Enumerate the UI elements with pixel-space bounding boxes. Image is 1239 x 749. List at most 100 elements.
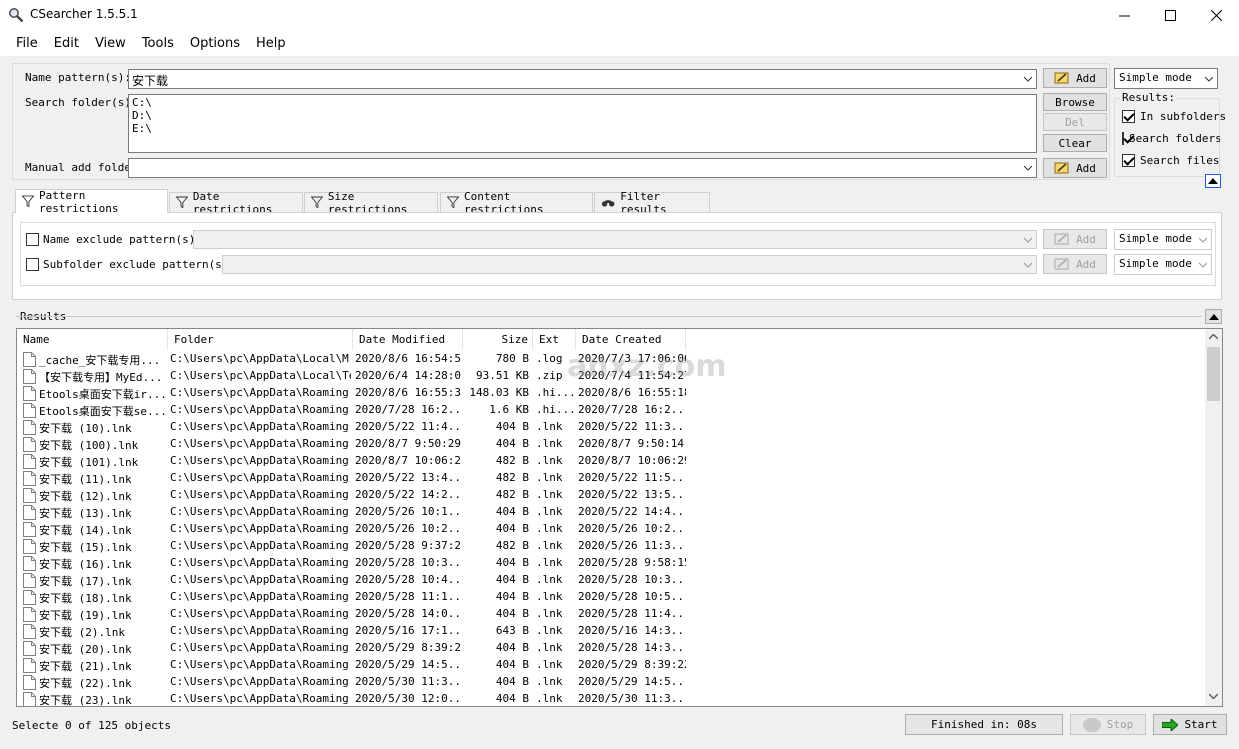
table-row[interactable]: 安下载 (18).lnk C:\Users\pc\AppData\Roaming.… — [17, 589, 1207, 606]
table-row[interactable]: 安下载 (19).lnk C:\Users\pc\AppData\Roaming.… — [17, 606, 1207, 623]
cell-ext: .lnk — [536, 607, 563, 620]
table-row[interactable]: 安下载 (15).lnk C:\Users\pc\AppData\Roaming.… — [17, 538, 1207, 555]
name-exclude-input[interactable] — [193, 230, 1037, 249]
cell-name: _cache_安下载专用... — [39, 354, 161, 367]
table-row[interactable]: 安下载 (22).lnk C:\Users\pc\AppData\Roaming.… — [17, 674, 1207, 691]
menu-edit[interactable]: Edit — [46, 36, 87, 51]
checkbox-checked — [1122, 154, 1135, 167]
cell-folder: C:\Users\pc\AppData\Roaming... — [170, 624, 351, 637]
scrollbar-thumb[interactable] — [1207, 347, 1220, 401]
name-exclude-checkbox[interactable]: Name exclude pattern(s): — [26, 233, 202, 246]
add-pencil-icon — [1054, 72, 1069, 84]
cell-ext: .hi... — [536, 403, 574, 416]
subfolder-exclude-mode-select[interactable]: Simple mode — [1114, 254, 1212, 275]
column-header-date-created[interactable]: Date Created — [576, 329, 686, 350]
add-folder-icon — [1054, 162, 1069, 174]
search-folders-label: Search folders — [1129, 132, 1220, 145]
table-row[interactable]: 安下载 (101).lnk C:\Users\pc\AppData\Roaming… — [17, 453, 1207, 470]
folder-entry[interactable]: C:\ — [132, 96, 1033, 109]
column-header-folder[interactable]: Folder — [168, 329, 353, 350]
name-exclude-mode-select[interactable]: Simple mode — [1114, 229, 1212, 250]
manual-add-button[interactable]: Add — [1043, 158, 1107, 178]
file-icon — [23, 454, 36, 469]
minimize-button[interactable] — [1101, 0, 1147, 31]
folder-entry[interactable]: D:\ — [132, 109, 1033, 122]
table-row[interactable]: 安下载 (21).lnk C:\Users\pc\AppData\Roaming.… — [17, 657, 1207, 674]
scroll-up-icon[interactable] — [1209, 334, 1218, 340]
browse-button[interactable]: Browse — [1043, 93, 1107, 111]
table-row[interactable]: 安下载 (17).lnk C:\Users\pc\AppData\Roaming.… — [17, 572, 1207, 589]
menu-file[interactable]: File — [8, 36, 46, 51]
search-folder-list[interactable]: C:\ D:\ E:\ — [128, 94, 1037, 153]
start-button[interactable]: Start — [1153, 714, 1227, 735]
menu-tools[interactable]: Tools — [134, 36, 182, 51]
cell-size: 482 B — [495, 454, 529, 467]
name-pattern-input[interactable]: 安下载 — [128, 69, 1037, 89]
del-button[interactable]: Del — [1043, 113, 1107, 131]
binoculars-icon — [601, 199, 615, 207]
subfolder-exclude-input[interactable] — [222, 255, 1037, 274]
search-folders-checkbox[interactable]: Search folders — [1122, 132, 1220, 145]
tab-size-restrictions[interactable]: Size restrictions — [304, 190, 438, 216]
mode-select[interactable]: Simple mode — [1114, 68, 1218, 89]
results-table[interactable]: Name Folder Date Modified Size Ext Date … — [16, 328, 1223, 707]
tab-content-restrictions[interactable]: Content restrictions — [440, 190, 593, 216]
table-row[interactable]: 安下载 (13).lnk C:\Users\pc\AppData\Roaming.… — [17, 504, 1207, 521]
table-row[interactable]: 安下载 (100).lnk C:\Users\pc\AppData\Roaming… — [17, 436, 1207, 453]
manual-add-folder-input[interactable] — [128, 158, 1037, 178]
folder-entry[interactable]: E:\ — [132, 122, 1033, 135]
mode-select-value: Simple mode — [1119, 71, 1192, 84]
search-files-checkbox[interactable]: Search files — [1122, 154, 1219, 167]
stop-button[interactable]: Stop — [1070, 714, 1146, 735]
in-subfolders-checkbox[interactable]: In subfolders — [1122, 110, 1226, 123]
cell-name: 【安下载专用】MyEd... — [39, 371, 163, 384]
cell-folder: C:\Users\pc\AppData\Roaming... — [170, 675, 351, 688]
results-scrollbar[interactable] — [1205, 329, 1222, 706]
subfolder-exclude-add-button[interactable]: Add — [1043, 254, 1107, 274]
menu-view[interactable]: View — [87, 36, 134, 51]
cell-size: 482 B — [495, 539, 529, 552]
tab-filter-results[interactable]: Filter results — [594, 190, 710, 216]
table-row[interactable]: 安下载 (16).lnk C:\Users\pc\AppData\Roaming.… — [17, 555, 1207, 572]
table-row[interactable]: 安下载 (20).lnk C:\Users\pc\AppData\Roaming.… — [17, 640, 1207, 657]
table-row[interactable]: 安下载 (14).lnk C:\Users\pc\AppData\Roaming.… — [17, 521, 1207, 538]
table-row[interactable]: 安下载 (10).lnk C:\Users\pc\AppData\Roaming.… — [17, 419, 1207, 436]
tab-date-restrictions[interactable]: Date restrictions — [169, 190, 303, 216]
file-icon — [23, 556, 36, 571]
cell-name: 安下载 (100).lnk — [39, 439, 139, 452]
table-row[interactable]: 安下载 (11).lnk C:\Users\pc\AppData\Roaming.… — [17, 470, 1207, 487]
name-exclude-add-button[interactable]: Add — [1043, 229, 1107, 249]
add-pattern-button[interactable]: Add — [1043, 68, 1107, 88]
table-row[interactable]: Etools桌面安下载se... C:\Users\pc\AppData\Roam… — [17, 402, 1207, 419]
collapse-search-button[interactable] — [1205, 174, 1221, 188]
menu-help[interactable]: Help — [248, 36, 294, 51]
cell-date-modified: 2020/7/28 16:2... — [355, 403, 461, 416]
tab-pattern-restrictions[interactable]: Pattern restrictions — [15, 189, 168, 215]
funnel-icon — [176, 196, 188, 209]
subfolder-exclude-checkbox[interactable]: Subfolder exclude pattern(s): — [26, 258, 236, 271]
table-row[interactable]: 安下载 (2).lnk C:\Users\pc\AppData\Roaming..… — [17, 623, 1207, 640]
menu-options[interactable]: Options — [182, 36, 248, 51]
cell-size: 780 B — [495, 352, 529, 365]
column-header-date-modified[interactable]: Date Modified — [353, 329, 463, 350]
close-button[interactable] — [1193, 0, 1239, 31]
file-icon — [23, 590, 36, 605]
table-row[interactable]: 安下载 (23).lnk C:\Users\pc\AppData\Roaming.… — [17, 691, 1207, 706]
cell-name: 安下载 (16).lnk — [39, 558, 132, 571]
maximize-icon — [1164, 10, 1176, 21]
cell-folder: C:\Users\pc\AppData\Roaming... — [170, 488, 351, 501]
cell-date-created: 2020/7/28 16:2... — [578, 403, 686, 416]
column-header-size[interactable]: Size — [463, 329, 533, 350]
collapse-results-button[interactable] — [1205, 309, 1222, 324]
cell-name: 安下载 (14).lnk — [39, 524, 132, 537]
cell-date-created: 2020/5/28 10:3... — [578, 573, 686, 586]
table-row[interactable]: 安下载 (12).lnk C:\Users\pc\AppData\Roaming.… — [17, 487, 1207, 504]
scroll-down-icon[interactable] — [1209, 693, 1218, 699]
clear-button[interactable]: Clear — [1043, 134, 1107, 152]
column-header-ext[interactable]: Ext — [533, 329, 576, 350]
cell-folder: C:\Users\pc\AppData\Roaming... — [170, 641, 351, 654]
cell-date-modified: 2020/5/28 11:1... — [355, 590, 461, 603]
column-header-name[interactable]: Name — [17, 329, 168, 350]
table-row[interactable]: Etools桌面安下载ir... C:\Users\pc\AppData\Roam… — [17, 385, 1207, 402]
maximize-button[interactable] — [1147, 0, 1193, 31]
